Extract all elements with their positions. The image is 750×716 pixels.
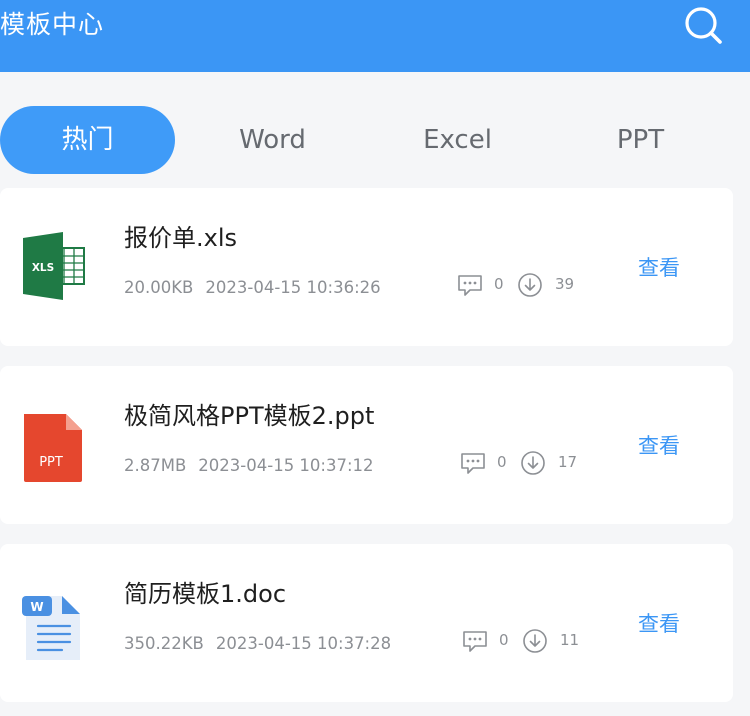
file-name: 简历模板1.doc xyxy=(124,580,287,608)
tab-excel[interactable]: Excel xyxy=(385,106,530,174)
download-icon[interactable] xyxy=(520,450,546,476)
comment-icon[interactable] xyxy=(457,272,483,298)
ppt-icon-label: PPT xyxy=(39,455,63,470)
file-meta: 350.22KB 2023-04-15 10:37:28 xyxy=(124,632,391,656)
comment-count: 0 xyxy=(497,453,507,471)
category-tabs: 热门 Word Excel PPT xyxy=(0,106,750,176)
page-title: 模板中心 xyxy=(0,10,105,39)
file-name: 报价单.xls xyxy=(124,224,238,252)
doc-icon-label: W xyxy=(30,600,43,614)
download-count: 39 xyxy=(555,275,575,293)
doc-file-icon: W xyxy=(22,596,80,660)
file-date: 2023-04-15 10:36:26 xyxy=(205,278,381,297)
list-item[interactable]: PPT 极简风格PPT模板2.ppt 2.87MB 2023-04-15 10:3… xyxy=(0,366,733,524)
view-button[interactable]: 查看 xyxy=(638,609,680,639)
comment-icon[interactable] xyxy=(460,450,486,476)
list-item[interactable]: XLS 报价单.xls 20.00KB 2023-04-15 10:36:26 0… xyxy=(0,188,733,346)
comment-count: 0 xyxy=(499,631,509,649)
ppt-file-icon: PPT xyxy=(24,414,82,482)
download-count: 17 xyxy=(558,453,578,471)
comment-icon[interactable] xyxy=(462,628,488,654)
xls-file-icon: XLS xyxy=(23,232,85,300)
file-meta: 2.87MB 2023-04-15 10:37:12 xyxy=(124,454,374,478)
file-date: 2023-04-15 10:37:12 xyxy=(198,456,374,475)
tab-word[interactable]: Word xyxy=(200,106,345,174)
download-icon[interactable] xyxy=(522,628,548,654)
file-size: 350.22KB xyxy=(124,634,204,653)
view-button[interactable]: 查看 xyxy=(638,431,680,461)
file-size: 2.87MB xyxy=(124,456,187,475)
tab-hot[interactable]: 热门 xyxy=(0,106,175,174)
file-name: 极简风格PPT模板2.ppt xyxy=(124,402,375,430)
comment-count: 0 xyxy=(494,275,504,293)
view-button[interactable]: 查看 xyxy=(638,253,680,283)
list-item[interactable]: W 简历模板1.doc 350.22KB 2023-04-15 10:37:28 … xyxy=(0,544,733,702)
file-meta: 20.00KB 2023-04-15 10:36:26 xyxy=(124,276,381,300)
app-header: 模板中心 xyxy=(0,0,750,72)
search-icon[interactable] xyxy=(682,4,724,46)
tab-ppt[interactable]: PPT xyxy=(568,106,713,174)
download-icon[interactable] xyxy=(517,272,543,298)
file-size: 20.00KB xyxy=(124,278,194,297)
download-count: 11 xyxy=(560,631,580,649)
file-date: 2023-04-15 10:37:28 xyxy=(215,634,392,653)
xls-icon-label: XLS xyxy=(32,262,54,274)
